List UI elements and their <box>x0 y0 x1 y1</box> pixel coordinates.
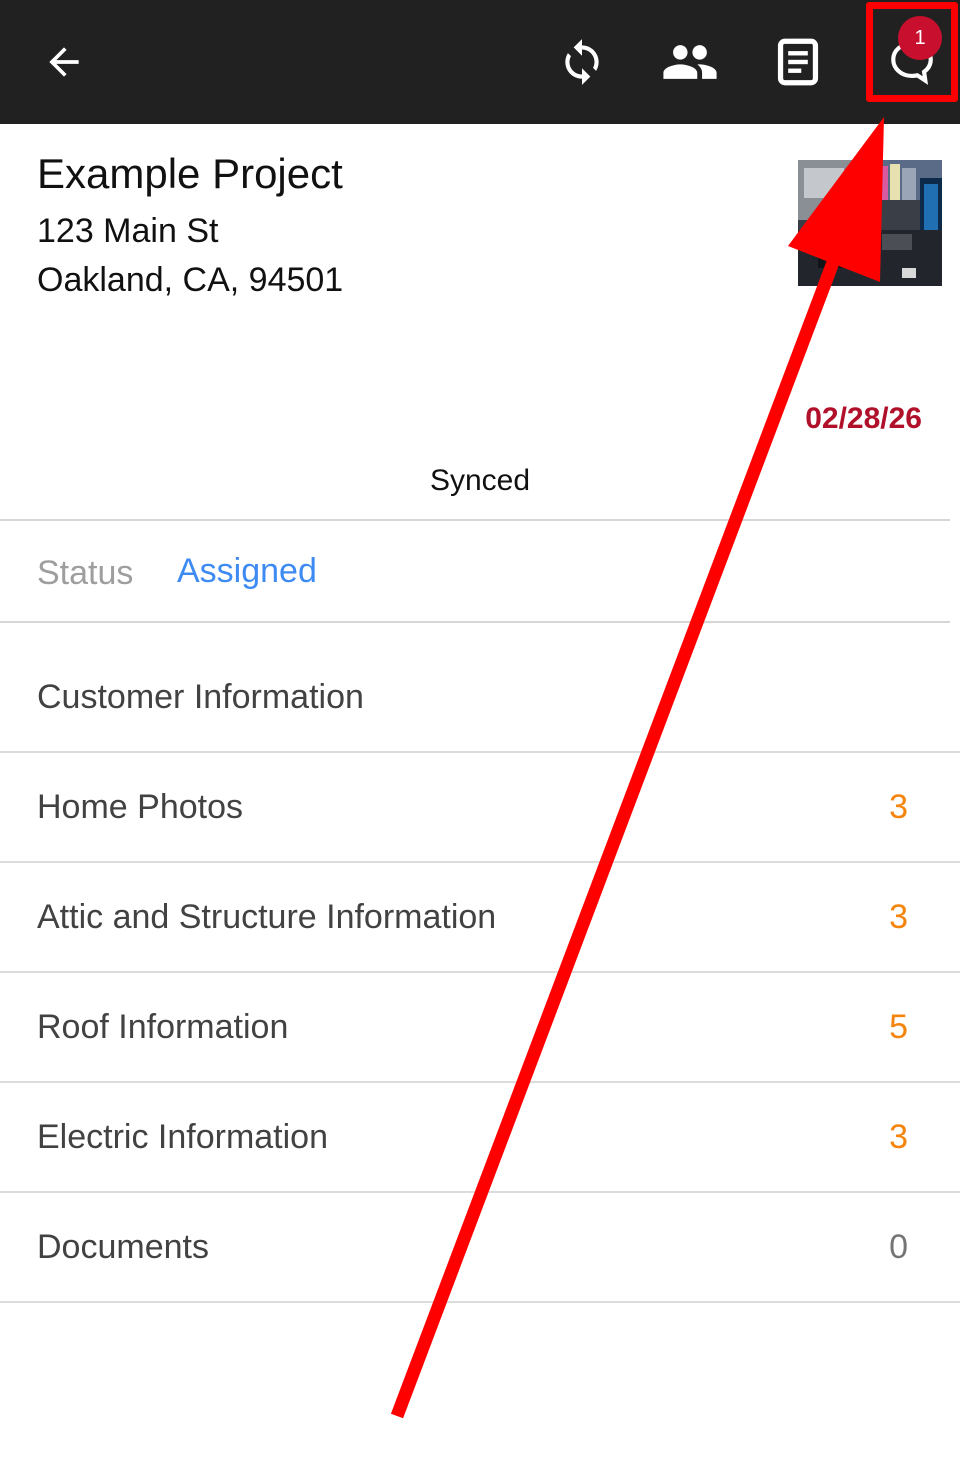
divider <box>0 621 950 623</box>
section-row-documents[interactable]: Documents 0 <box>0 1192 960 1303</box>
people-icon <box>661 33 719 91</box>
section-row-attic-structure[interactable]: Attic and Structure Information 3 <box>0 862 960 973</box>
status-value[interactable]: Assigned <box>177 552 317 591</box>
project-header: Example Project 123 Main St Oakland, CA,… <box>0 124 960 520</box>
section-label: Home Photos <box>37 787 243 826</box>
section-row-electric-information[interactable]: Electric Information 3 <box>0 1082 960 1193</box>
project-title: Example Project <box>37 150 343 197</box>
back-button[interactable] <box>22 0 106 124</box>
sync-icon <box>557 37 607 87</box>
section-label: Customer Information <box>37 677 364 716</box>
section-label: Electric Information <box>37 1117 328 1156</box>
arrow-left-icon <box>42 40 86 84</box>
address-line-2: Oakland, CA, 94501 <box>37 261 344 299</box>
section-count: 0 <box>889 1227 908 1266</box>
due-date: 02/28/26 <box>805 402 922 435</box>
section-row-home-photos[interactable]: Home Photos 3 <box>0 752 960 863</box>
section-count: 3 <box>889 897 908 936</box>
section-row-customer-information[interactable]: Customer Information <box>0 642 960 753</box>
section-row-roof-information[interactable]: Roof Information 5 <box>0 972 960 1083</box>
status-label: Status <box>37 554 134 592</box>
section-count: 3 <box>889 787 908 826</box>
team-button[interactable] <box>648 0 732 124</box>
sync-button[interactable] <box>540 0 624 124</box>
section-count: 5 <box>889 1007 908 1046</box>
project-photo-thumbnail[interactable] <box>798 160 942 286</box>
sync-status: Synced <box>429 464 531 497</box>
section-label: Documents <box>37 1227 209 1266</box>
document-icon <box>776 38 820 86</box>
section-label: Attic and Structure Information <box>37 897 497 936</box>
section-count: 3 <box>889 1117 908 1156</box>
row-divider <box>0 1301 960 1303</box>
status-row[interactable]: Status Assigned <box>0 520 960 622</box>
notes-button[interactable] <box>756 0 840 124</box>
address-line-1: 123 Main St <box>37 212 219 250</box>
top-app-bar: 1 <box>0 0 960 124</box>
unread-badge: 1 <box>898 16 942 60</box>
section-label: Roof Information <box>37 1007 289 1046</box>
